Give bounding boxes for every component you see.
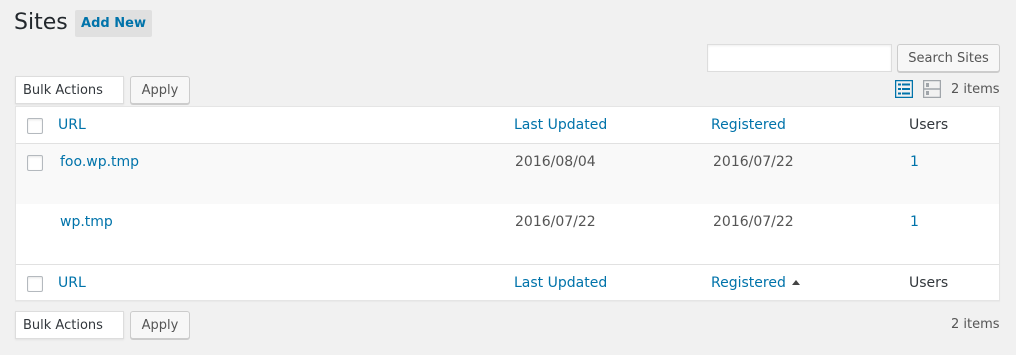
users-count-link[interactable]: 1 xyxy=(910,154,919,170)
apply-button-bottom[interactable]: Apply xyxy=(130,311,190,339)
table-row: foo.wp.tmp 2016/08/04 2016/07/22 1 xyxy=(16,144,999,204)
registered-value: 2016/07/22 xyxy=(713,214,794,230)
select-all-checkbox[interactable] xyxy=(27,118,43,134)
users-count-link[interactable]: 1 xyxy=(910,214,919,230)
column-footer-registered[interactable]: Registered xyxy=(711,275,800,291)
column-footer-registered-label: Registered xyxy=(711,275,786,291)
search-input[interactable] xyxy=(707,44,892,72)
column-header-url[interactable]: URL xyxy=(58,117,86,133)
sort-ascending-icon xyxy=(791,280,800,285)
bulk-actions-select-top[interactable]: Bulk Actions xyxy=(15,76,124,104)
column-header-last-updated[interactable]: Last Updated xyxy=(514,117,607,133)
items-count-bottom: 2 items xyxy=(951,317,1000,332)
column-footer-url[interactable]: URL xyxy=(58,275,86,291)
row-checkbox[interactable] xyxy=(27,155,43,171)
excerpt-view-icon[interactable] xyxy=(923,80,941,98)
column-footer-last-updated[interactable]: Last Updated xyxy=(514,275,607,291)
table-row: wp.tmp 2016/07/22 2016/07/22 1 xyxy=(16,204,999,264)
items-count-top: 2 items xyxy=(951,82,1000,97)
select-all-checkbox-footer[interactable] xyxy=(27,276,43,292)
column-header-registered[interactable]: Registered xyxy=(711,117,786,133)
site-url-link[interactable]: foo.wp.tmp xyxy=(60,154,139,170)
last-updated-value: 2016/07/22 xyxy=(515,214,596,230)
last-updated-value: 2016/08/04 xyxy=(515,154,596,170)
list-view-icon[interactable] xyxy=(895,80,913,98)
column-header-users: Users xyxy=(909,117,949,133)
site-url-link[interactable]: wp.tmp xyxy=(60,214,113,230)
registered-value: 2016/07/22 xyxy=(713,154,794,170)
table-footer-row: URL Last Updated Registered Users xyxy=(16,264,999,301)
search-sites-button[interactable]: Search Sites xyxy=(897,44,1000,72)
sites-table: URL Last Updated Registered Users foo.wp… xyxy=(15,106,1000,301)
add-new-button[interactable]: Add New xyxy=(75,10,152,37)
table-header-row: URL Last Updated Registered Users xyxy=(16,107,999,144)
apply-button-top[interactable]: Apply xyxy=(130,76,190,104)
page-title: Sites xyxy=(14,10,68,35)
bulk-actions-select-bottom[interactable]: Bulk Actions xyxy=(15,311,124,339)
column-footer-users: Users xyxy=(909,275,949,291)
